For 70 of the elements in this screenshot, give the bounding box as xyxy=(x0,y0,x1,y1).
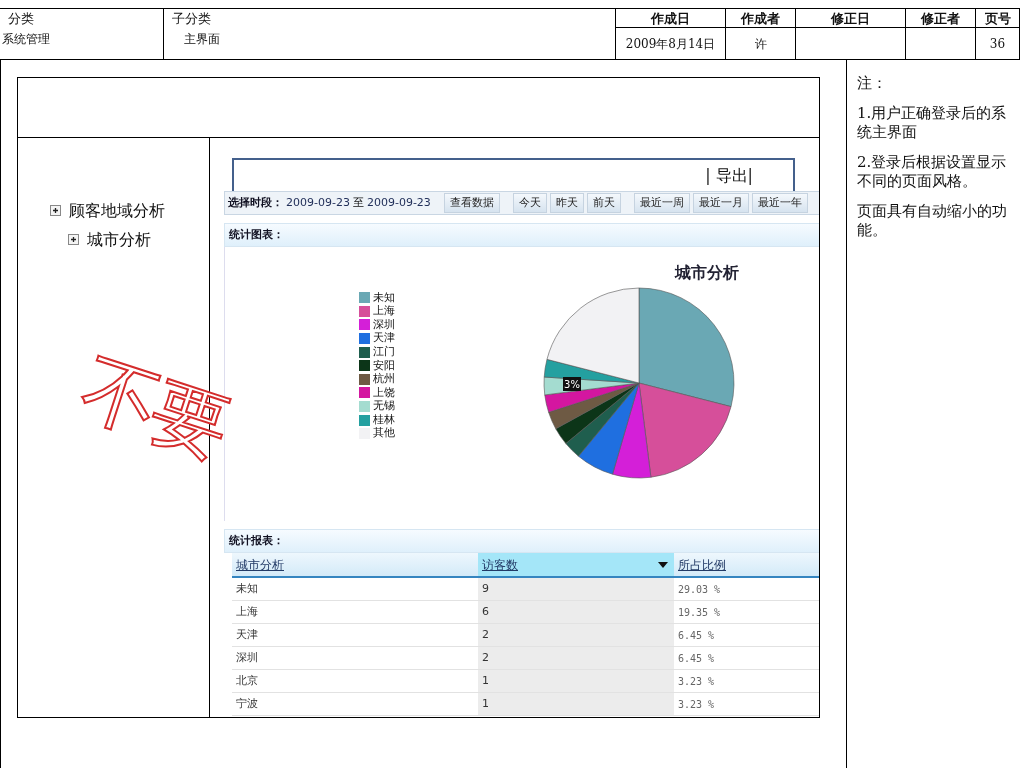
field-label: 修正日 xyxy=(796,9,905,28)
table-cell-text: 上海 xyxy=(235,603,259,620)
note-text: 2.登录后根据设置显示不同的页面风格。 xyxy=(857,152,1008,192)
column-header[interactable]: 城市分析 xyxy=(232,553,478,576)
stamp-text: 不要 xyxy=(73,349,235,467)
section-header: 统计报表： xyxy=(224,529,819,553)
field-value: 36 xyxy=(989,35,1006,53)
legend-label: 未知 xyxy=(373,289,395,305)
legend-label: 上饶 xyxy=(373,384,395,400)
table-cell-text: 19.35 % xyxy=(677,605,722,620)
table-cell-text: 宁波 xyxy=(235,695,259,712)
column-header[interactable]: 访客数 xyxy=(478,553,674,576)
legend-label: 桂林 xyxy=(373,411,395,427)
legend-label: 江门 xyxy=(373,343,395,360)
expand-icon[interactable] xyxy=(50,205,61,216)
date-field[interactable]: 2009-09-23 xyxy=(366,194,431,212)
field-value: 主界面 xyxy=(184,32,220,46)
period-button[interactable]: 最近一周 xyxy=(633,193,690,213)
notes-title: 注： xyxy=(857,74,888,94)
field-label: 分类 xyxy=(7,10,35,28)
legend-label: 上海 xyxy=(373,303,395,319)
toolbar-label: 选择时段： xyxy=(228,194,283,211)
field-label: 子分类 xyxy=(171,10,212,28)
period-button[interactable]: 前天 xyxy=(586,193,621,213)
section-header: 统计图表： xyxy=(224,223,819,247)
date-field[interactable]: 2009-09-23 xyxy=(286,194,350,212)
table-cell-text: 未知 xyxy=(235,580,259,597)
table-cell-text: 北京 xyxy=(235,672,259,689)
expand-icon[interactable] xyxy=(68,234,79,245)
sort-caret-icon[interactable] xyxy=(658,561,668,568)
separator-text: 至 xyxy=(352,194,364,211)
table-cell-text: 6.45 % xyxy=(677,651,716,666)
table-cell: 1 xyxy=(478,670,674,692)
field-value: 许 xyxy=(754,35,767,53)
period-button[interactable]: 昨天 xyxy=(549,193,584,213)
legend-label: 安阳 xyxy=(373,357,395,373)
legend-label: 杭州 xyxy=(373,371,395,387)
table-cell-text: 29.03 % xyxy=(677,582,722,597)
table-cell: 1 xyxy=(478,693,674,715)
legend-label: 其他 xyxy=(373,425,395,442)
field-label: 作成者 xyxy=(726,9,795,28)
table-cell-text: 深圳 xyxy=(235,649,259,666)
field-label: 作成日 xyxy=(616,9,725,28)
period-button[interactable]: 查看数据 xyxy=(443,193,500,213)
period-button[interactable]: 今天 xyxy=(512,193,547,213)
field-label: 页号 xyxy=(976,9,1019,28)
table-cell: 9 xyxy=(478,578,674,600)
field-value: 系统管理 xyxy=(2,32,50,46)
note-text: 1.用户正确登录后的系统主界面 xyxy=(857,103,1008,143)
legend-label: 深圳 xyxy=(373,316,395,332)
table-cell-text: 天津 xyxy=(235,626,259,643)
table-cell: 6 xyxy=(478,601,674,623)
tree-item[interactable]: 城市分析 xyxy=(87,227,151,252)
table-cell-text: 6.45 % xyxy=(677,628,716,643)
note-text: 页面具有自动缩小的功能。 xyxy=(857,201,1008,241)
field-label: 修正者 xyxy=(906,9,975,28)
column-header[interactable]: 所占比例 xyxy=(674,553,819,576)
period-button[interactable]: 最近一年 xyxy=(751,193,808,213)
tree-item[interactable]: 顾客地域分析 xyxy=(69,198,165,223)
slice-label: 3% xyxy=(563,377,581,391)
table-cell-text: 3.23 % xyxy=(677,697,716,712)
chart-title: 城市分析 xyxy=(673,262,739,284)
legend-label: 天津 xyxy=(373,330,395,346)
table-cell-text: 3.23 % xyxy=(677,674,716,689)
table-cell: 2 xyxy=(478,624,674,646)
field-value: 2009年8月14日 xyxy=(625,35,716,53)
table-cell: 2 xyxy=(478,647,674,669)
period-button[interactable]: 最近一月 xyxy=(692,193,749,213)
legend-label: 无锡 xyxy=(373,398,395,414)
export-link[interactable]: | 导出| xyxy=(705,163,753,188)
